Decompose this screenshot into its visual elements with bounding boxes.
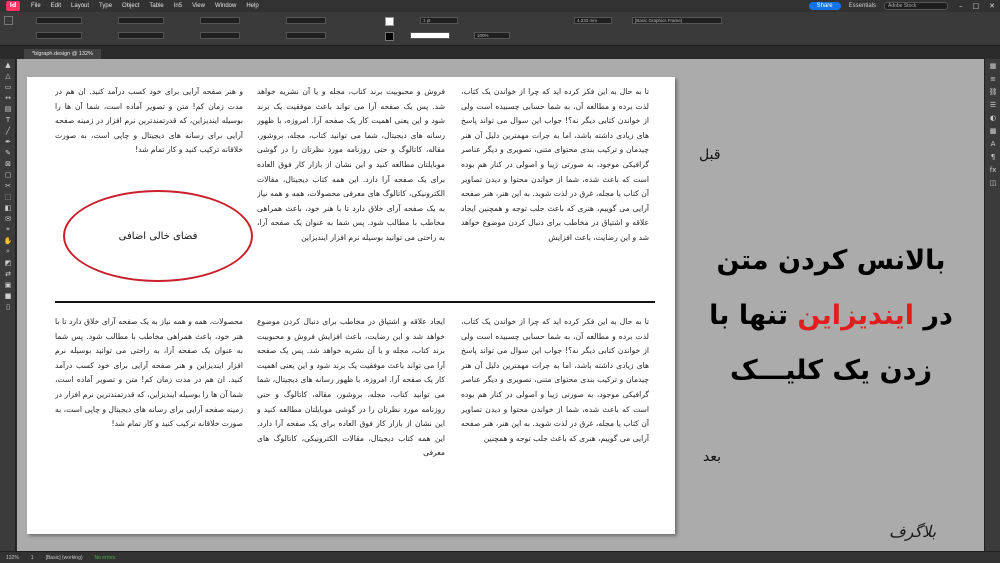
links-panel-icon[interactable]: ⛓ [985, 85, 1000, 98]
content-collector-icon[interactable]: ▤ [0, 103, 16, 114]
menu-in5[interactable]: In5 [169, 3, 187, 9]
empty-space-label: فضای خالی اضافی [118, 230, 198, 242]
document-tab-bar: *blgraph.design @ 132% [0, 47, 1000, 59]
indesign-logo: Id [6, 1, 20, 11]
type-tool-icon[interactable]: T [0, 114, 16, 125]
empty-space-ellipse: فضای خالی اضافی [63, 190, 253, 282]
share-button[interactable]: Share [808, 2, 841, 10]
maximize-icon[interactable]: □ [968, 2, 985, 10]
pasteboard: تا به حال به این فکر کرده اید که چرا از … [17, 59, 984, 551]
pages-panel-icon[interactable]: ▦ [985, 59, 1000, 72]
cc-libraries-icon[interactable]: ◫ [985, 176, 1000, 189]
fill-stroke-icon[interactable]: ◩ [0, 257, 16, 268]
style-indicator[interactable]: [Basic] (working) [40, 555, 89, 561]
stroke-type-select[interactable] [410, 32, 450, 39]
page-number[interactable]: 1 [25, 555, 40, 561]
stroke-panel-icon[interactable]: ☰ [985, 98, 1000, 111]
page-tool-icon[interactable]: ▭ [0, 81, 16, 92]
menu-table[interactable]: Table [144, 3, 168, 9]
x-position-field[interactable] [36, 17, 82, 24]
gap-tool-icon[interactable]: ↔ [0, 92, 16, 103]
menu-bar: Id File Edit Layout Type Object Table In… [0, 0, 1000, 12]
swatches-panel-icon[interactable]: ▩ [985, 124, 1000, 137]
pen-tool-icon[interactable]: ✒ [0, 136, 16, 147]
status-bar: 132% 1 [Basic] (working) No errors [0, 551, 1000, 563]
text-frame-top-left[interactable]: و هنر صفحه آرایی برای خود کسب درآمد کنید… [55, 85, 243, 185]
fill-swatch-icon[interactable] [385, 17, 394, 26]
stroke-swatch-icon[interactable] [385, 32, 394, 41]
menu-window[interactable]: Window [210, 3, 241, 9]
rectangle-frame-tool-icon[interactable]: ⊠ [0, 158, 16, 169]
menu-help[interactable]: Help [241, 3, 263, 9]
line-tool-icon[interactable]: ╱ [0, 125, 16, 136]
rotation-field[interactable] [286, 17, 326, 24]
headline-line-1: بالانس کردن متن [716, 245, 946, 276]
headline-highlight: ایندیزاین [797, 300, 915, 331]
formatting-container-icon[interactable]: ▣ [0, 279, 16, 290]
width-field[interactable] [118, 17, 164, 24]
text-frame-top-right[interactable]: تا به حال به این فکر کرده اید که چرا از … [461, 85, 649, 295]
eyedropper-tool-icon[interactable]: ⌖ [0, 224, 16, 235]
minimize-icon[interactable]: – [954, 2, 968, 10]
preflight-status[interactable]: No errors [89, 555, 122, 561]
hand-tool-icon[interactable]: ✋ [0, 235, 16, 246]
menu-layout[interactable]: Layout [66, 3, 94, 9]
zoom-level[interactable]: 132% [0, 555, 25, 561]
before-label: قبل [699, 147, 721, 163]
paragraph-panel-icon[interactable]: ¶ [985, 150, 1000, 163]
brand-logo: بلاگرف [889, 522, 937, 541]
menu-file[interactable]: File [26, 3, 46, 9]
headline-line-3: زدن یک کلیـــک [729, 355, 933, 386]
zoom-tool-icon[interactable]: ⌕ [0, 246, 16, 257]
selection-tool-icon[interactable]: ▲ [0, 59, 16, 70]
opacity-field[interactable]: 100% [474, 32, 510, 39]
y-position-field[interactable] [36, 32, 82, 39]
tools-panel: ▲ △ ▭ ↔ ▤ T ╱ ✒ ✎ ⊠ ▢ ✂ ⬚ ◧ ✉ ⌖ ✋ ⌕ ◩ ⇄ … [0, 59, 16, 551]
layers-panel-icon[interactable]: ≡ [985, 72, 1000, 85]
note-tool-icon[interactable]: ✉ [0, 213, 16, 224]
document-page: تا به حال به این فکر کرده اید که چرا از … [27, 77, 675, 534]
stroke-weight-field[interactable]: 1 pt [420, 17, 458, 24]
menu-edit[interactable]: Edit [46, 3, 66, 9]
text-frame-bottom-left[interactable]: محصولات، همه و همه نیاز به یک صفحه آرای … [55, 315, 243, 525]
workspace-switcher[interactable]: Essentials [849, 3, 876, 9]
close-icon[interactable]: ✕ [984, 2, 1000, 10]
headline: بالانس کردن متن در ایندیزاین تنها با زدن… [685, 233, 977, 398]
color-panel-icon[interactable]: ◐ [985, 111, 1000, 124]
apply-color-icon[interactable]: ■ [0, 290, 16, 301]
character-panel-icon[interactable]: A [985, 137, 1000, 150]
free-transform-tool-icon[interactable]: ⬚ [0, 191, 16, 202]
effects-panel-icon[interactable]: fx [985, 163, 1000, 176]
scale-y-field[interactable] [200, 32, 240, 39]
menu-type[interactable]: Type [94, 3, 117, 9]
menu-view[interactable]: View [187, 3, 210, 9]
gradient-tool-icon[interactable]: ◧ [0, 202, 16, 213]
document-tab[interactable]: *blgraph.design @ 132% [24, 49, 101, 59]
swap-colors-icon[interactable]: ⇄ [0, 268, 16, 279]
section-divider [55, 301, 655, 303]
scale-x-field[interactable] [200, 17, 240, 24]
text-frame-bottom-right[interactable]: تا به حال به این فکر کرده اید که چرا از … [461, 315, 649, 525]
text-frame-bottom-middle[interactable]: ایجاد علاقه و اشتیاق در مخاطب برای دنبال… [257, 315, 445, 525]
rectangle-tool-icon[interactable]: ▢ [0, 169, 16, 180]
screen-mode-icon[interactable]: ▯ [0, 301, 16, 312]
after-label: بعد [703, 449, 721, 465]
height-field[interactable] [118, 32, 164, 39]
menu-object[interactable]: Object [117, 3, 144, 9]
object-style-select[interactable]: [Basic Graphics Frame] [632, 17, 722, 24]
shear-field[interactable] [286, 32, 326, 39]
direct-selection-tool-icon[interactable]: △ [0, 70, 16, 81]
pencil-tool-icon[interactable]: ✎ [0, 147, 16, 158]
stock-search-input[interactable]: Adobe Stock [884, 2, 948, 10]
reference-point-icon[interactable] [4, 16, 13, 25]
headline-line-2: در ایندیزاین تنها با [709, 300, 953, 331]
fitting-width-field[interactable]: 4.233 mm [574, 17, 612, 24]
scissors-tool-icon[interactable]: ✂ [0, 180, 16, 191]
panels-dock: ▦ ≡ ⛓ ☰ ◐ ▩ A ¶ fx ◫ [984, 59, 1000, 551]
control-bar: 1 pt 100% 4.233 mm [Basic Graphics Frame… [0, 12, 1000, 46]
text-frame-top-middle[interactable]: فروش و محبوبیت برند کتاب، مجله و یا آن ن… [257, 85, 445, 295]
